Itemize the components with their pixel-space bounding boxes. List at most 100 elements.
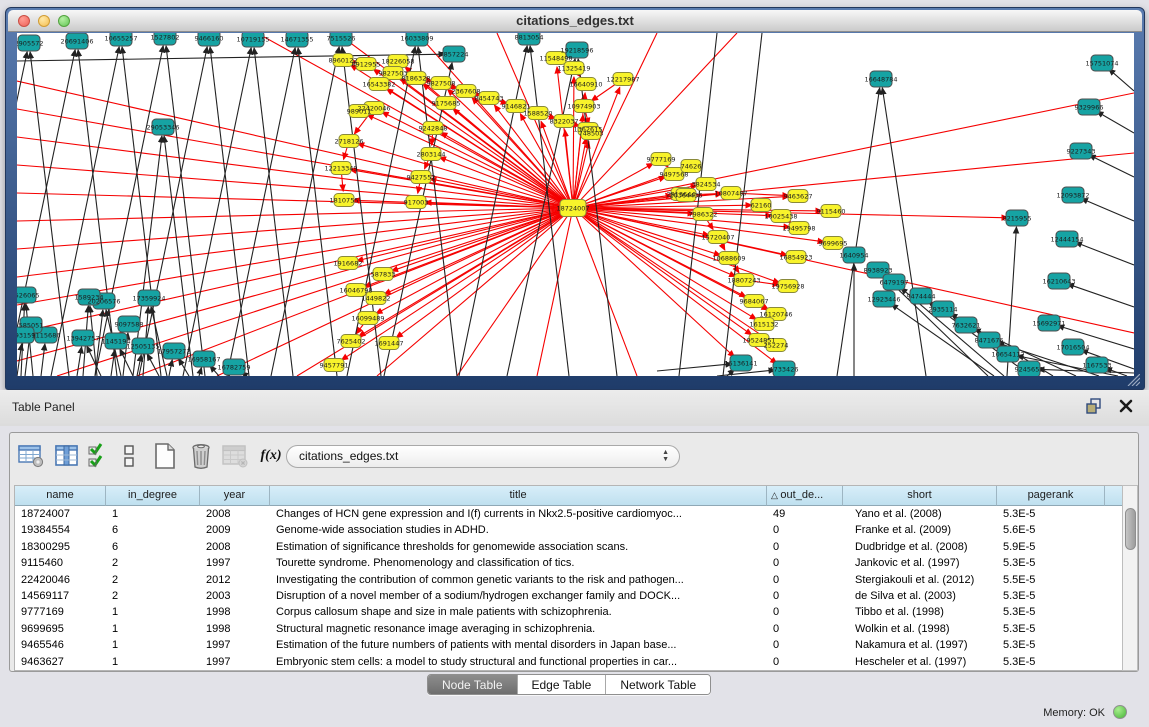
table-mode-icon[interactable]: [16, 441, 46, 471]
table-cell[interactable]: Franke et al. (2009): [843, 522, 997, 538]
resize-grip-icon[interactable]: [1126, 374, 1140, 386]
table-cell[interactable]: Estimation of significance thresholds fo…: [270, 539, 767, 555]
table-cell[interactable]: 9699695: [15, 621, 106, 637]
table-cell[interactable]: 5.3E-5: [997, 506, 1105, 522]
float-panel-icon[interactable]: [1086, 398, 1103, 414]
network-window-titlebar[interactable]: citations_edges.txt: [8, 10, 1142, 32]
table-cell[interactable]: 2009: [200, 522, 270, 538]
table-cell[interactable]: 0: [767, 621, 843, 637]
table-cell[interactable]: Tibbo et al. (1998): [843, 604, 997, 620]
table-cell[interactable]: 5.3E-5: [997, 555, 1105, 571]
table-cell[interactable]: 2012: [200, 572, 270, 588]
table-cell[interactable]: 1: [106, 654, 200, 670]
table-cell[interactable]: 5.3E-5: [997, 604, 1105, 620]
table-cell[interactable]: 9777169: [15, 604, 106, 620]
table-cell[interactable]: Tourette syndrome. Phenomenology and cla…: [270, 555, 767, 571]
table-cell[interactable]: 18724007: [15, 506, 106, 522]
network-canvas[interactable]: 1872400789601228912955182260589827503818…: [17, 33, 1134, 376]
table-cell[interactable]: 0: [767, 572, 843, 588]
table-cell[interactable]: 18300295: [15, 539, 106, 555]
column-header-short[interactable]: short: [843, 486, 997, 506]
table-row[interactable]: 946362711997Embryonic stem cells: a mode…: [15, 654, 1123, 670]
table-cell[interactable]: Investigating the contribution of common…: [270, 572, 767, 588]
column-header-year[interactable]: year: [200, 486, 270, 506]
table-cell[interactable]: 9115460: [15, 555, 106, 571]
table-cell[interactable]: 5.6E-5: [997, 522, 1105, 538]
table-cell[interactable]: Nakamura et al. (1997): [843, 637, 997, 653]
table-cell[interactable]: 1: [106, 604, 200, 620]
table-row[interactable]: 1830029562008Estimation of significance …: [15, 539, 1123, 555]
table-cell[interactable]: 2: [106, 588, 200, 604]
table-row[interactable]: 1872400712008Changes of HCN gene express…: [15, 506, 1123, 522]
table-cell[interactable]: 1997: [200, 654, 270, 670]
table-cell[interactable]: Genome-wide association studies in ADHD.: [270, 522, 767, 538]
column-header-pagerank[interactable]: pagerank: [997, 486, 1105, 506]
zoom-button[interactable]: [58, 15, 70, 27]
table-cell[interactable]: Stergiakouli et al. (2012): [843, 572, 997, 588]
table-row[interactable]: 969969511998Structural magnetic resonanc…: [15, 621, 1123, 637]
table-cell[interactable]: 2: [106, 555, 200, 571]
column-header-name[interactable]: name: [15, 486, 106, 506]
table-cell[interactable]: 6: [106, 522, 200, 538]
table-scrollbar-thumb[interactable]: [1125, 508, 1136, 550]
table-cell[interactable]: 49: [767, 506, 843, 522]
table-cell[interactable]: 1997: [200, 555, 270, 571]
tab-edge-table[interactable]: Edge Table: [517, 675, 606, 694]
function-builder-icon[interactable]: f(x): [256, 441, 286, 471]
table-cell[interactable]: 5.5E-5: [997, 572, 1105, 588]
new-column-icon[interactable]: [150, 441, 180, 471]
table-cell[interactable]: 1998: [200, 604, 270, 620]
tab-network-table[interactable]: Network Table: [605, 675, 710, 694]
table-cell[interactable]: 9465546: [15, 637, 106, 653]
table-cell[interactable]: 0: [767, 522, 843, 538]
table-cell[interactable]: 2003: [200, 588, 270, 604]
column-header-in_degree[interactable]: in_degree: [106, 486, 200, 506]
table-cell[interactable]: 9463627: [15, 654, 106, 670]
table-cell[interactable]: 5.3E-5: [997, 637, 1105, 653]
table-cell[interactable]: Wolkin et al. (1998): [843, 621, 997, 637]
table-cell[interactable]: 5.3E-5: [997, 588, 1105, 604]
delete-column-icon[interactable]: [186, 441, 216, 471]
table-cell[interactable]: 1998: [200, 621, 270, 637]
table-row[interactable]: 1456911722003Disruption of a novel membe…: [15, 588, 1123, 604]
column-header-title[interactable]: title: [270, 486, 767, 506]
close-button[interactable]: [18, 15, 30, 27]
table-cell[interactable]: 2: [106, 572, 200, 588]
table-cell[interactable]: Dudbridge et al. (2008): [843, 539, 997, 555]
table-cell[interactable]: 0: [767, 637, 843, 653]
table-cell[interactable]: 0: [767, 654, 843, 670]
close-panel-icon[interactable]: [1119, 399, 1133, 413]
table-cell[interactable]: 22420046: [15, 572, 106, 588]
tab-node-table[interactable]: Node Table: [428, 675, 517, 694]
select-columns-icon[interactable]: [52, 441, 82, 471]
table-row[interactable]: 2242004622012Investigating the contribut…: [15, 572, 1123, 588]
table-cell[interactable]: 2008: [200, 539, 270, 555]
table-cell[interactable]: 0: [767, 604, 843, 620]
table-cell[interactable]: 0: [767, 588, 843, 604]
table-cell[interactable]: 14569117: [15, 588, 106, 604]
table-scrollbar[interactable]: [1122, 485, 1138, 671]
table-row[interactable]: 946554611997Estimation of the future num…: [15, 637, 1123, 653]
table-cell[interactable]: Structural magnetic resonance image aver…: [270, 621, 767, 637]
column-header-out_de[interactable]: △ out_de...: [767, 486, 843, 506]
memory-status-indicator[interactable]: [1113, 705, 1127, 719]
table-cell[interactable]: 1997: [200, 637, 270, 653]
table-select-dropdown[interactable]: citations_edges.txt ▲▼: [286, 445, 680, 468]
table-cell[interactable]: Jankovic et al. (1997): [843, 555, 997, 571]
table-row[interactable]: 1938455462009Genome-wide association stu…: [15, 522, 1123, 538]
table-cell[interactable]: Corpus callosum shape and size in male p…: [270, 604, 767, 620]
table-cell[interactable]: 0: [767, 555, 843, 571]
table-cell[interactable]: Yano et al. (2008): [843, 506, 997, 522]
table-cell[interactable]: 1: [106, 621, 200, 637]
table-cell[interactable]: 5.9E-5: [997, 539, 1105, 555]
table-cell[interactable]: 5.3E-5: [997, 621, 1105, 637]
deselect-all-icon[interactable]: [114, 441, 144, 471]
table-cell[interactable]: Embryonic stem cells: a model to study s…: [270, 654, 767, 670]
table-cell[interactable]: Estimation of the future numbers of pati…: [270, 637, 767, 653]
table-cell[interactable]: 1: [106, 506, 200, 522]
table-cell[interactable]: 5.3E-5: [997, 654, 1105, 670]
table-cell[interactable]: 2008: [200, 506, 270, 522]
select-all-icon[interactable]: [84, 441, 114, 471]
table-cell[interactable]: de Silva et al. (2003): [843, 588, 997, 604]
table-cell[interactable]: 6: [106, 539, 200, 555]
